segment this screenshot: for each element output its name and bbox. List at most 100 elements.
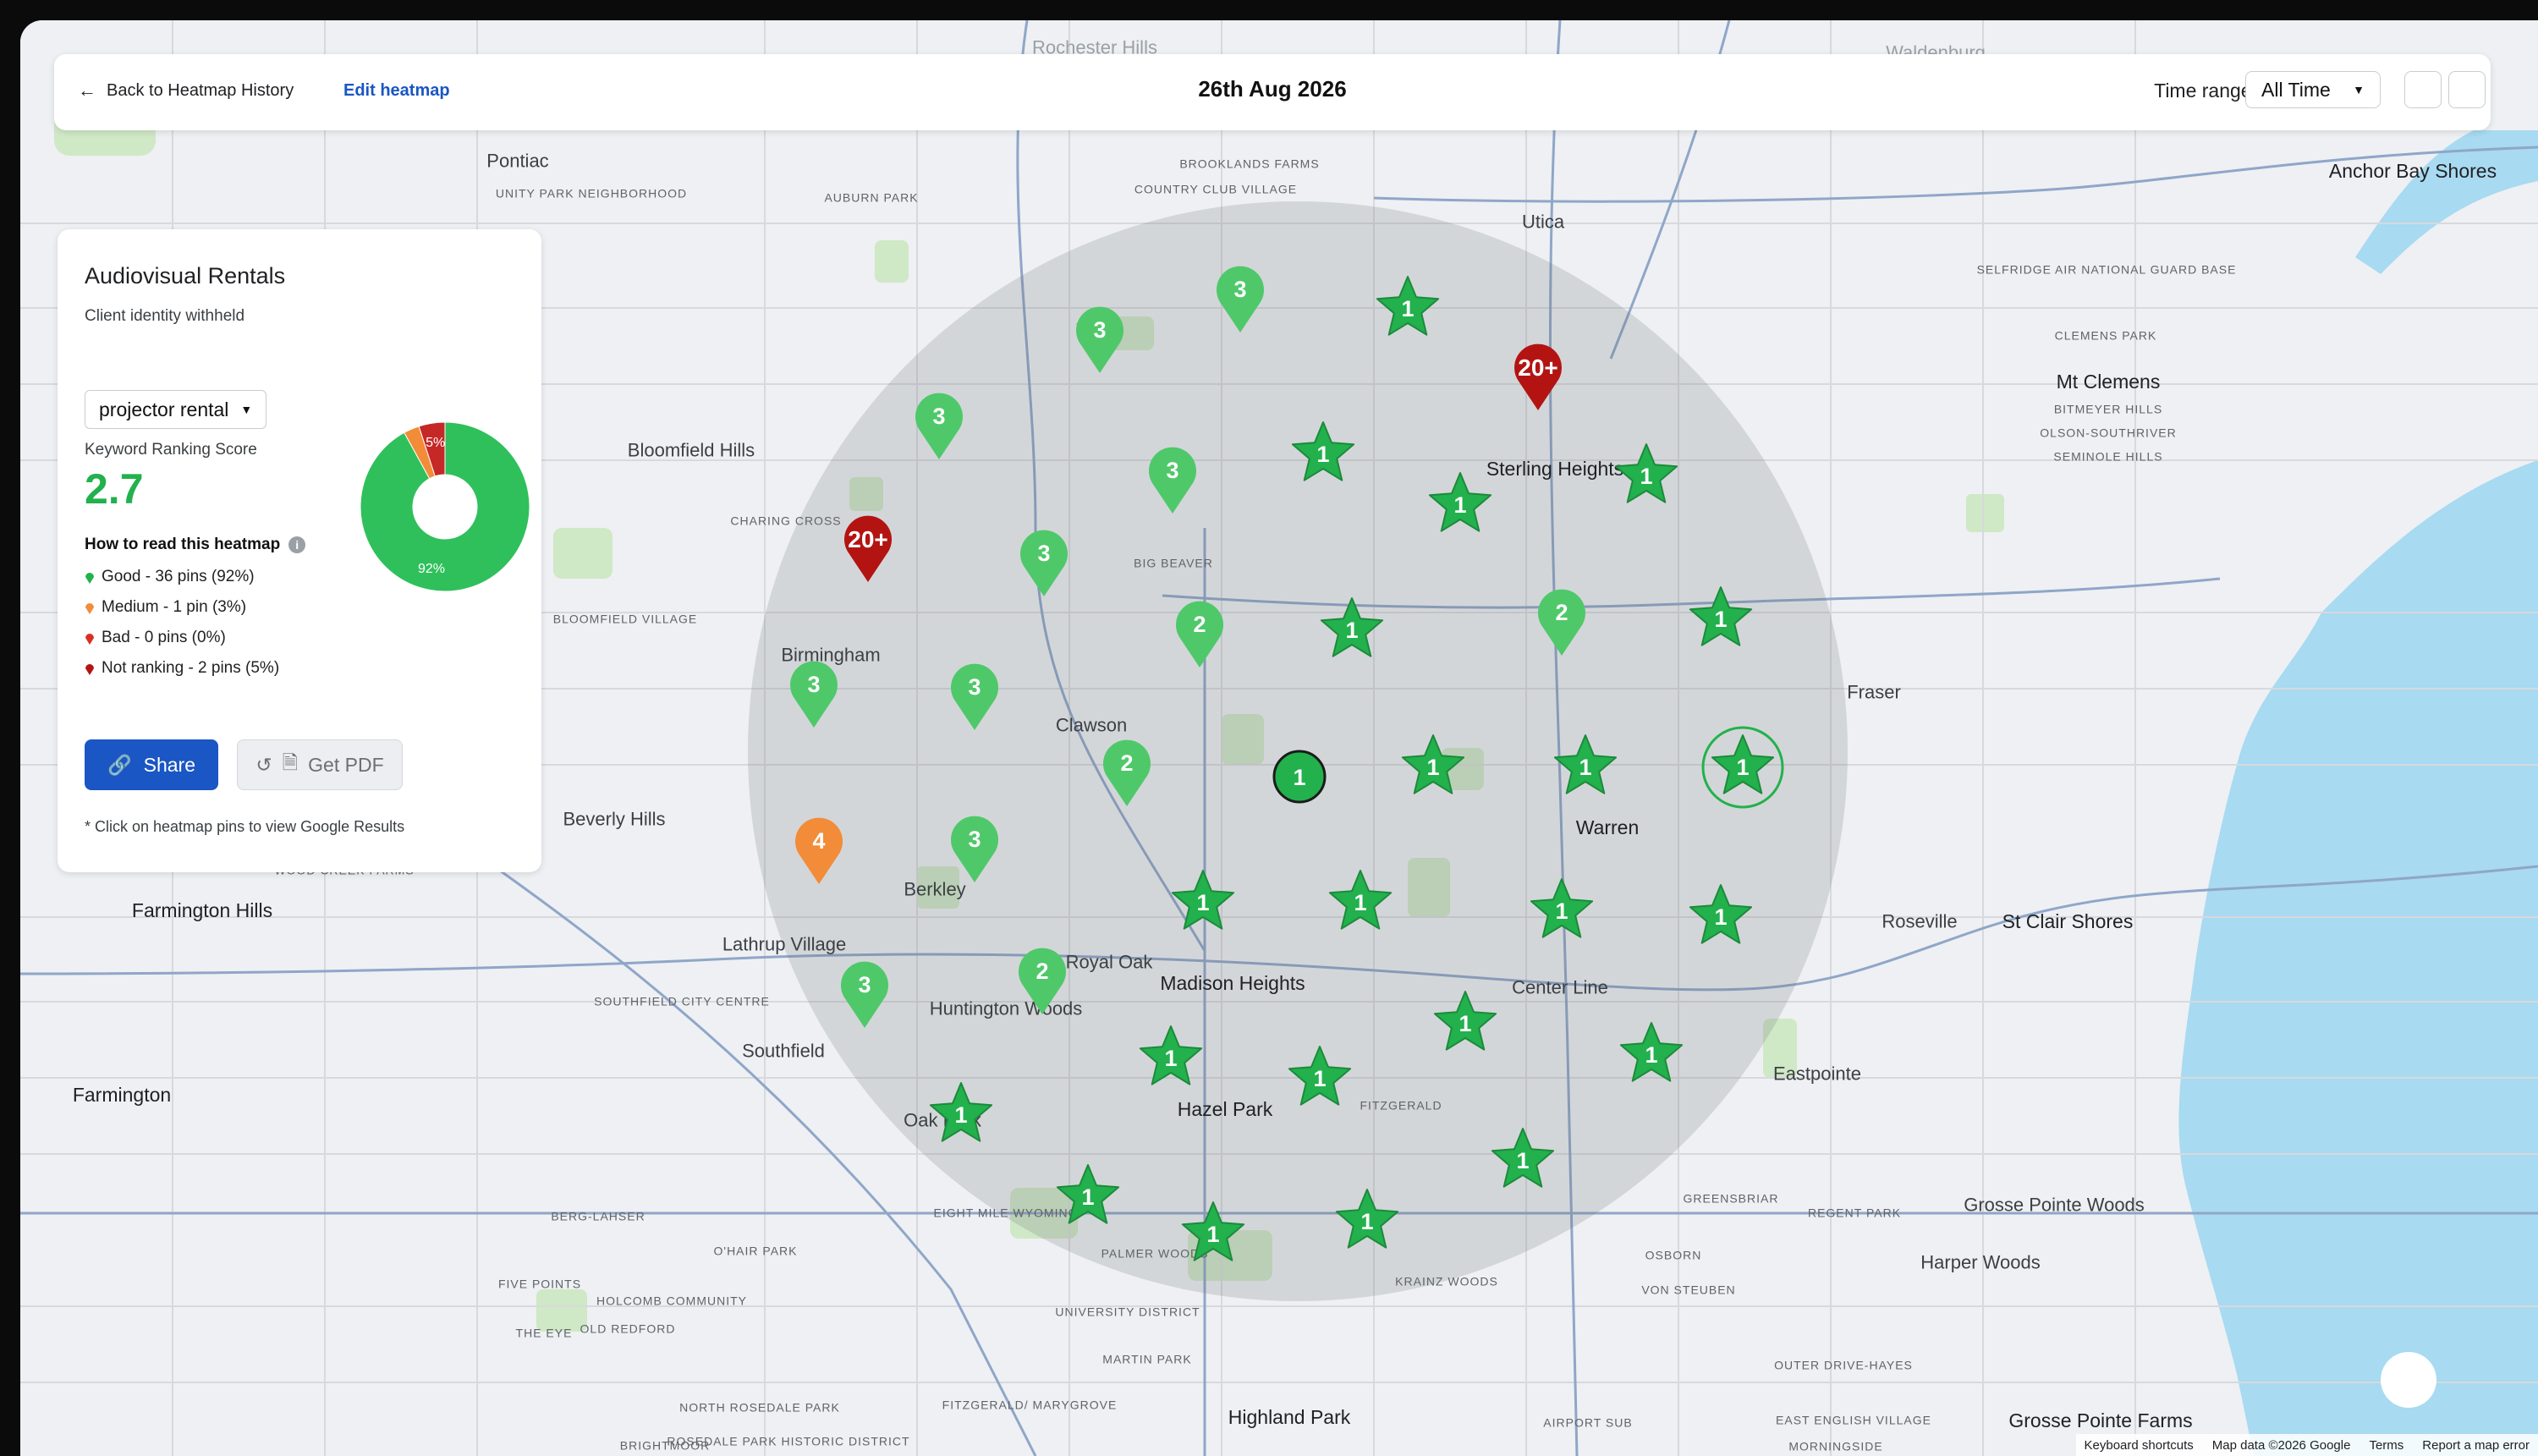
- map-place-label: OLD REDFORD: [580, 1321, 676, 1336]
- rank-star-marker[interactable]: 1: [1552, 733, 1618, 797]
- marker-rank-label: 1: [1164, 1046, 1178, 1071]
- next-button[interactable]: [2448, 71, 2486, 108]
- edit-heatmap-link[interactable]: Edit heatmap: [343, 81, 450, 101]
- rank-pin-marker[interactable]: 3: [948, 659, 1001, 732]
- rank-star-marker[interactable]: 1: [1327, 868, 1393, 932]
- rank-star-marker[interactable]: 1: [1287, 1044, 1353, 1108]
- attribution-keyboard[interactable]: Keyboard shortcuts: [2085, 1438, 2194, 1453]
- rank-pin-marker[interactable]: 4: [793, 813, 845, 886]
- rank-star-marker[interactable]: 1: [1432, 989, 1498, 1053]
- marker-rank-label: 3: [858, 972, 871, 997]
- marker-rank-label: 3: [968, 674, 981, 700]
- business-location-marker[interactable]: 1: [1271, 748, 1328, 805]
- get-pdf-button[interactable]: ↺ 🗎 Get PDF: [237, 739, 403, 790]
- marker-rank-label: 2: [1036, 959, 1049, 984]
- summary-panel: Audiovisual Rentals Client identity with…: [58, 229, 541, 872]
- rank-pin-marker[interactable]: 20+: [842, 511, 894, 584]
- rank-star-marker[interactable]: 1: [1138, 1024, 1204, 1088]
- score-value: 2.7: [85, 465, 144, 513]
- marker-rank-label: 1: [1516, 1148, 1530, 1173]
- footnote: * Click on heatmap pins to view Google R…: [85, 818, 405, 835]
- marker-rank-label: 1: [1736, 755, 1750, 780]
- rank-pin-marker[interactable]: 3: [788, 657, 840, 729]
- map-place-label: Warren: [1575, 816, 1640, 838]
- marker-rank-label: 1: [1640, 464, 1653, 489]
- rank-pin-marker[interactable]: 3: [838, 957, 891, 1030]
- rank-pin-marker[interactable]: 3: [948, 811, 1001, 884]
- rank-star-marker[interactable]: 1: [1180, 1200, 1246, 1264]
- rank-pin-marker[interactable]: 20+: [1512, 339, 1564, 412]
- attribution-report[interactable]: Report a map error: [2422, 1438, 2530, 1453]
- donut-slice-label: 5%: [426, 436, 445, 450]
- map-place-label: Mt Clemens: [2056, 370, 2161, 393]
- map-place-label: Pontiac: [486, 150, 549, 172]
- rank-star-marker[interactable]: 1: [1490, 1126, 1556, 1190]
- marker-rank-label: 20+: [1518, 354, 1558, 381]
- rank-pin-marker[interactable]: 2: [1016, 943, 1068, 1016]
- map-place-label: Eastpointe: [1773, 1063, 1861, 1085]
- map-place-label: KRAINZ WOODS: [1395, 1274, 1498, 1288]
- keyword-value: projector rental: [99, 398, 229, 420]
- rank-star-marker[interactable]: 1: [928, 1080, 994, 1145]
- attribution-terms[interactable]: Terms: [2369, 1438, 2403, 1453]
- legend-bad: Bad - 0 pins (0%): [85, 629, 226, 647]
- rank-star-marker[interactable]: 1: [1334, 1187, 1400, 1251]
- map-place-label: BIG BEAVER: [1134, 556, 1213, 570]
- rank-star-marker[interactable]: 1: [1427, 470, 1493, 535]
- rank-pin-marker[interactable]: 3: [913, 388, 965, 461]
- map-cursor-dot: [2381, 1352, 2436, 1408]
- legend-good: Good - 36 pins (92%): [85, 568, 255, 586]
- rank-star-marker[interactable]: 1: [1170, 868, 1236, 932]
- marker-rank-label: 1: [1354, 890, 1367, 915]
- rank-star-marker[interactable]: 1: [1290, 420, 1356, 484]
- back-to-history-link[interactable]: ← Back to Heatmap History: [78, 80, 294, 102]
- score-label: Keyword Ranking Score: [85, 441, 257, 459]
- rank-star-marker[interactable]: 1: [1618, 1020, 1684, 1085]
- time-range-select[interactable]: All Time ▼: [2245, 71, 2381, 108]
- rank-star-marker[interactable]: 1: [1055, 1162, 1121, 1227]
- rank-star-marker[interactable]: 1: [1375, 274, 1441, 338]
- map-place-label: O'HAIR PARK: [713, 1244, 798, 1258]
- map-place-label: Highland Park: [1228, 1405, 1351, 1428]
- info-icon[interactable]: i: [288, 536, 306, 553]
- marker-rank-label: 1: [1714, 607, 1728, 632]
- legend-not-ranking-label: Not ranking - 2 pins (5%): [102, 659, 280, 677]
- keyword-select[interactable]: projector rental ▼: [85, 390, 267, 429]
- marker-rank-label: 1: [1206, 1222, 1220, 1247]
- marker-rank-label: 3: [1037, 541, 1051, 566]
- rank-star-marker[interactable]: 1: [1319, 596, 1385, 660]
- rank-pin-marker[interactable]: 3: [1074, 302, 1126, 375]
- map-place-label: Farmington: [72, 1083, 172, 1106]
- marker-rank-label: 3: [968, 827, 981, 852]
- map-place-label: Grosse Pointe Farms: [2008, 1409, 2193, 1431]
- map-place-label: FITZGERALD/ MARYGROVE: [942, 1398, 1118, 1412]
- legend-not-ranking: Not ranking - 2 pins (5%): [85, 659, 279, 678]
- rank-pin-marker[interactable]: 3: [1214, 261, 1266, 334]
- pin-icon: [85, 634, 94, 645]
- caret-down-icon: ▼: [2353, 83, 2365, 96]
- map-place-label: St Clair Shores: [2002, 909, 2134, 932]
- rank-star-marker[interactable]: 1: [1688, 882, 1754, 947]
- rank-star-marker[interactable]: 1: [1529, 876, 1595, 941]
- map-place-label: Fraser: [1847, 681, 1901, 703]
- rank-star-marker[interactable]: 1: [1701, 726, 1784, 809]
- marker-rank-label: 1: [1316, 442, 1330, 467]
- link-icon: 🔗: [107, 753, 132, 776]
- rank-pin-marker[interactable]: 3: [1018, 525, 1070, 598]
- rank-pin-marker[interactable]: 2: [1535, 585, 1588, 657]
- rank-star-marker[interactable]: 1: [1613, 442, 1679, 506]
- rank-pin-marker[interactable]: 3: [1146, 442, 1199, 515]
- rank-pin-marker[interactable]: 2: [1173, 596, 1226, 669]
- rank-star-marker[interactable]: 1: [1688, 585, 1754, 649]
- map-place-label: REGENT PARK: [1807, 1206, 1902, 1220]
- map-place-label: THE EYE: [515, 1326, 573, 1340]
- prev-button[interactable]: [2404, 71, 2442, 108]
- map-place-label: MORNINGSIDE: [1788, 1439, 1883, 1453]
- share-button[interactable]: 🔗 Share: [85, 739, 218, 790]
- legend-good-label: Good - 36 pins (92%): [102, 568, 255, 585]
- legend-medium-label: Medium - 1 pin (3%): [102, 598, 247, 616]
- legend-medium: Medium - 1 pin (3%): [85, 598, 246, 617]
- rank-pin-marker[interactable]: 2: [1101, 735, 1153, 808]
- rank-star-marker[interactable]: 1: [1400, 733, 1466, 797]
- arrow-left-icon: ←: [78, 80, 96, 101]
